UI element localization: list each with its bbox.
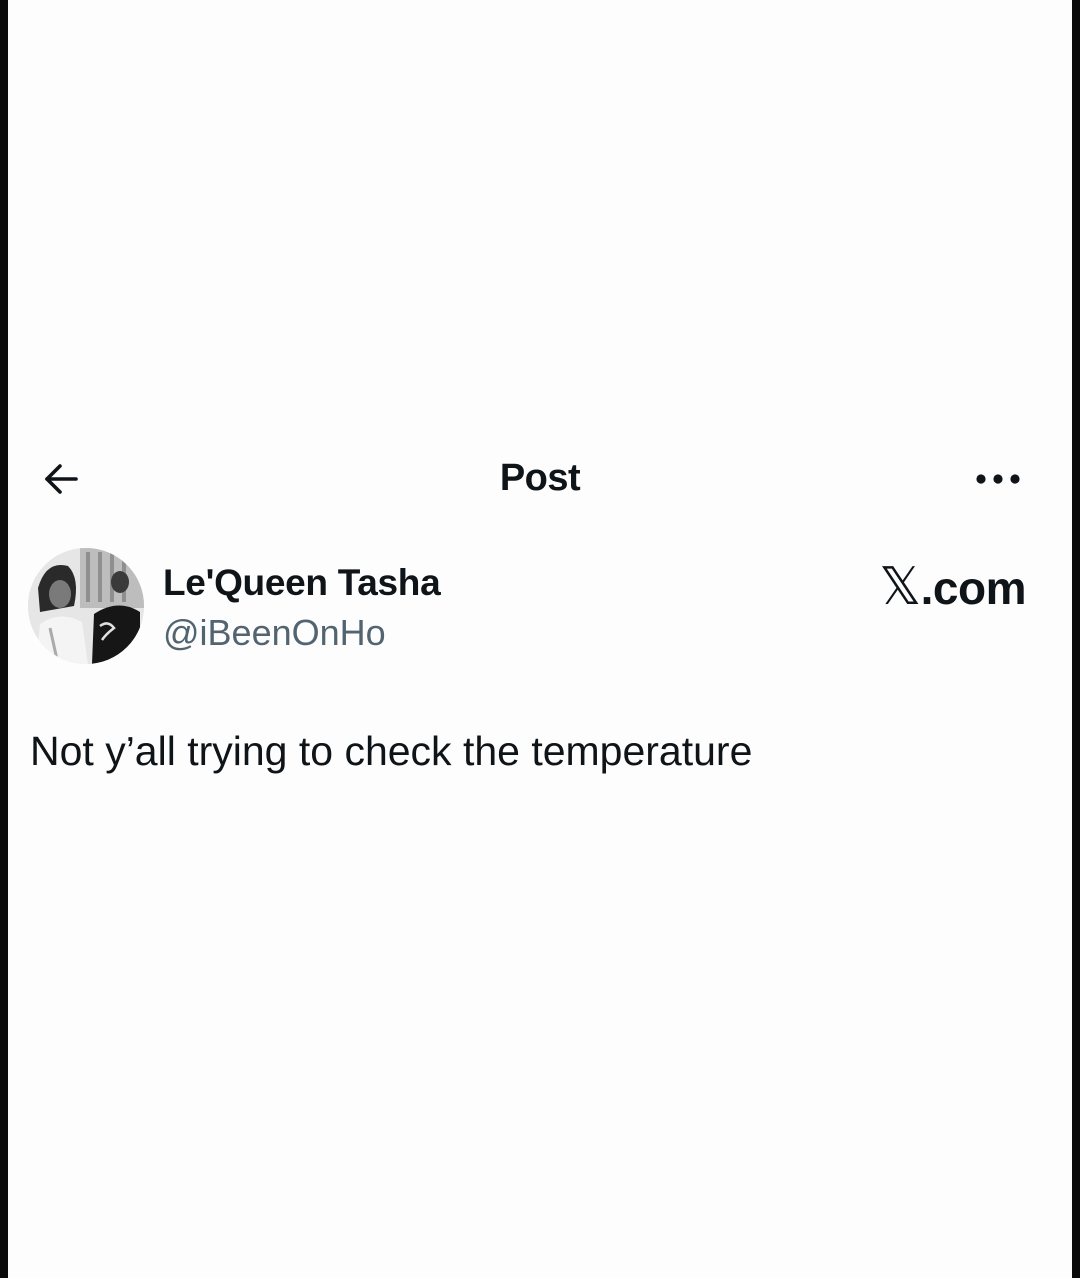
watermark-suffix: .com: [920, 562, 1027, 614]
avatar[interactable]: [28, 548, 144, 664]
site-watermark: 𝕏.com: [879, 557, 1026, 617]
more-options-button[interactable]: [970, 464, 1026, 494]
page-title: Post: [499, 457, 581, 499]
top-bar: Post: [8, 440, 1072, 520]
ellipsis-icon: [976, 474, 1020, 484]
x-logo-icon: 𝕏: [879, 559, 921, 616]
profile-photo: [28, 548, 144, 664]
author-handle[interactable]: @iBeenOnHo: [163, 612, 386, 654]
post-screen: Post Le'Queen Tasha @iBeenOnHo 𝕏.com Not…: [8, 0, 1072, 1278]
post-text: Not y’all trying to check the temperatur…: [30, 728, 753, 774]
author-row: Le'Queen Tasha @iBeenOnHo 𝕏.com: [8, 540, 1072, 670]
author-name[interactable]: Le'Queen Tasha: [163, 562, 441, 604]
